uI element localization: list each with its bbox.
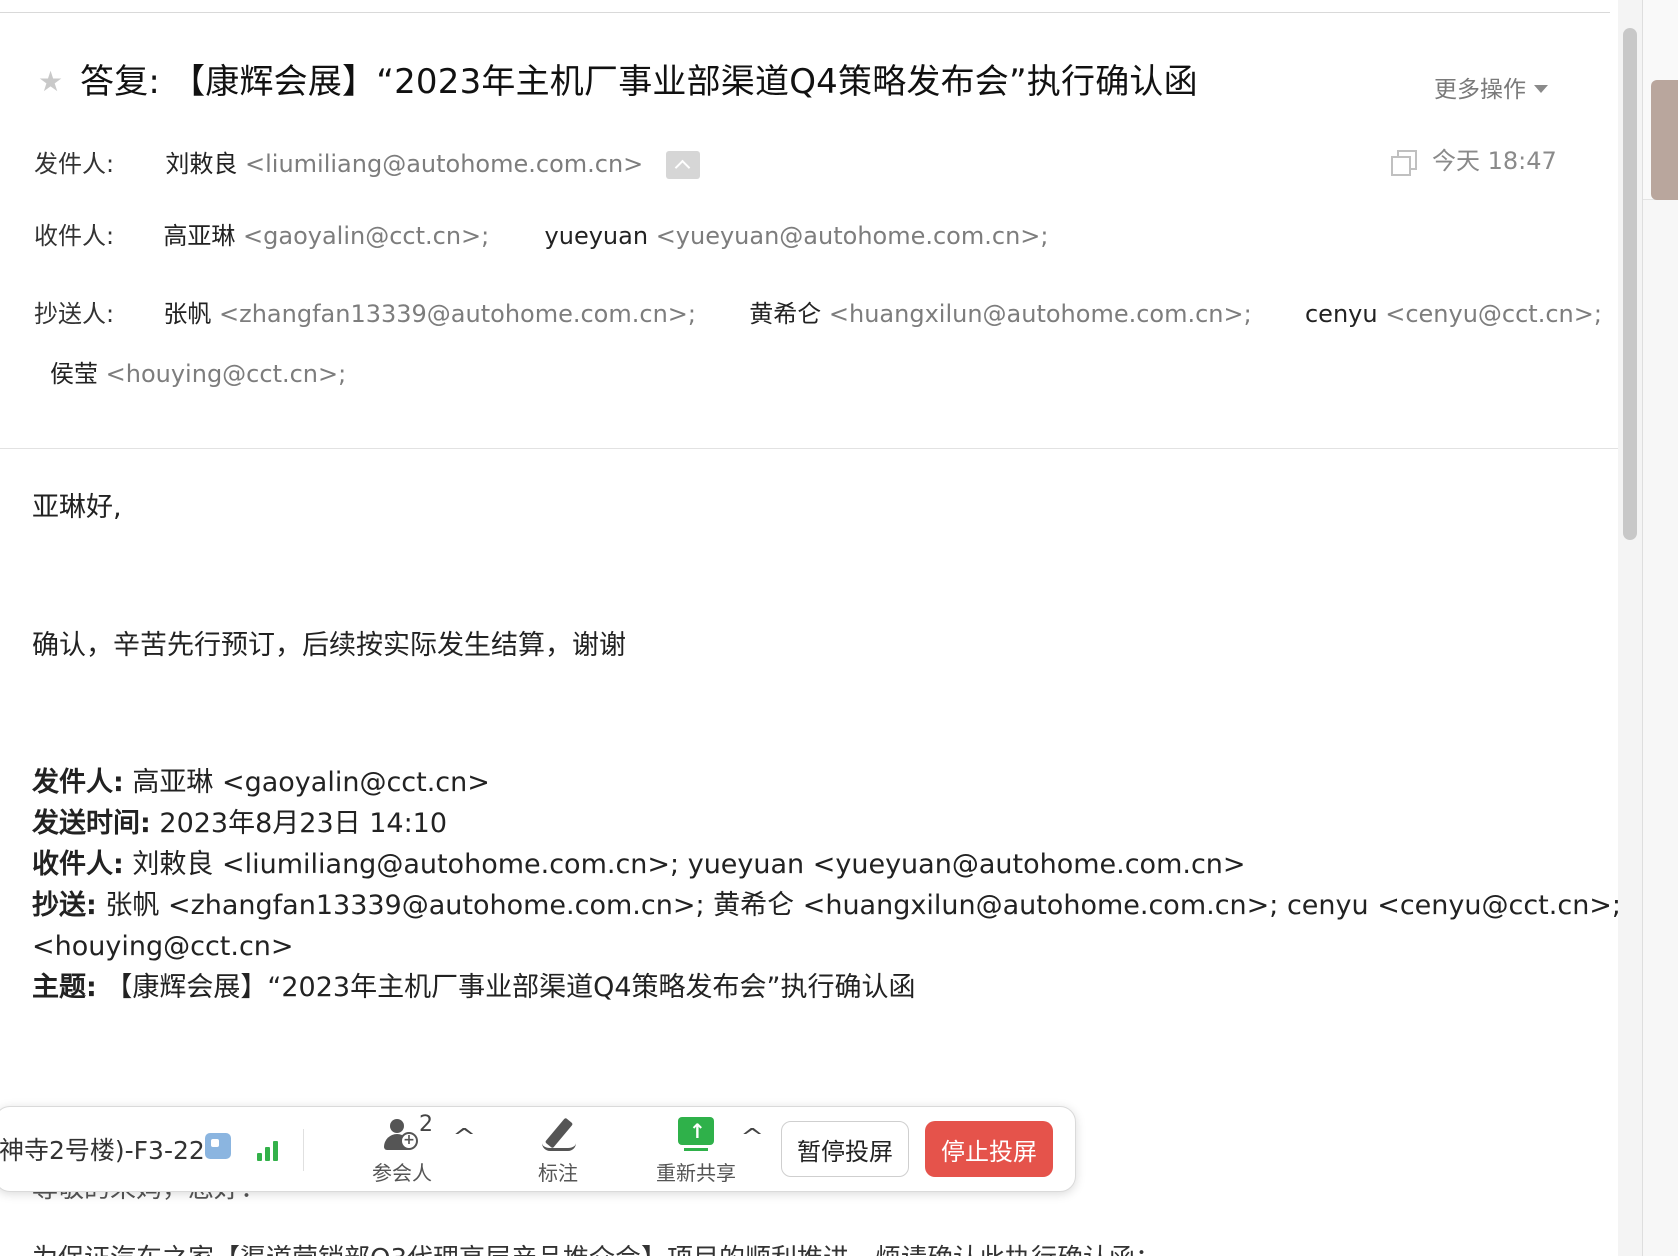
greeting: 亚琳好, xyxy=(32,492,122,523)
signal-strength-icon xyxy=(257,1141,281,1161)
from-label: 发件人: xyxy=(34,150,115,178)
add-person-icon: + xyxy=(382,1117,422,1153)
participants-label: 参会人 xyxy=(372,1161,432,1185)
cc-row-continued: 侯莹 <houying@cct.cn>; xyxy=(50,356,346,392)
quoted-cc-label: 抄送: xyxy=(32,890,97,921)
star-icon[interactable]: ★ xyxy=(38,68,66,96)
more-actions-dropdown[interactable]: 更多操作 xyxy=(1434,70,1548,104)
pause-casting-button[interactable]: 暂停投屏 xyxy=(781,1121,909,1177)
quoted-cc-continued: <houying@cct.cn> xyxy=(32,931,294,962)
sender-address[interactable]: <liumiliang@autohome.com.cn> xyxy=(245,150,643,178)
cc-address[interactable]: <houying@cct.cn>; xyxy=(106,360,347,388)
quoted-subject-label: 主题: xyxy=(32,972,97,1003)
from-row: 发件人: 刘敕良 <liumiliang@autohome.com.cn> xyxy=(34,146,643,182)
cc-address[interactable]: <cenyu@cct.cn>; xyxy=(1385,300,1602,328)
quoted-to-value: 刘敕良 <liumiliang@autohome.com.cn>; yueyua… xyxy=(123,849,1246,880)
quoted-sent-value: 2023年8月23日 14:10 xyxy=(150,808,448,839)
to-row: 收件人: 高亚琳 <gaoyalin@cct.cn>; yueyuan <yue… xyxy=(34,218,1048,254)
collapse-details-button[interactable] xyxy=(666,151,700,179)
quoted-subject: 主题: 【康辉会展】“2023年主机厂事业部渠道Q4策略发布会”执行确认函 xyxy=(32,967,916,1008)
quoted-sent-label: 发送时间: xyxy=(32,808,151,839)
reshare-label: 重新共享 xyxy=(656,1161,736,1185)
quoted-subject-value: 【康辉会展】“2023年主机厂事业部渠道Q4策略发布会”执行确认函 xyxy=(96,972,916,1003)
cc-address[interactable]: <zhangfan13339@autohome.com.cn>; xyxy=(219,300,696,328)
email-time: 今天 18:47 xyxy=(1432,147,1557,175)
body-partial-line: 为保证汽车之家【渠道营销部Q3代理高层产品推介会】项目的顺利推进，烦请确认此执行… xyxy=(32,1238,1161,1256)
toolbar-separator xyxy=(303,1129,304,1171)
pen-icon xyxy=(538,1117,578,1153)
cc-name[interactable]: 侯莹 xyxy=(50,360,98,388)
more-actions-label: 更多操作 xyxy=(1434,77,1526,103)
recipient-address[interactable]: <gaoyalin@cct.cn>; xyxy=(243,222,489,250)
screen-share-toolbar: 神寺2号楼)-F3-22 + 参会人 2 ^ 标注 ↑ 重新共享 ^ 暂停投屏 … xyxy=(0,1106,1076,1192)
quoted-from: 发件人: 高亚琳 <gaoyalin@cct.cn> xyxy=(32,762,490,803)
caret-down-icon xyxy=(1534,84,1548,93)
share-screen-icon: ↑ xyxy=(676,1117,716,1153)
recipient-address[interactable]: <yueyuan@autohome.com.cn>; xyxy=(656,222,1049,250)
quoted-to-label: 收件人: xyxy=(32,849,124,880)
quoted-from-label: 发件人: xyxy=(32,767,124,798)
chevron-up-icon[interactable]: ^ xyxy=(740,1125,764,1150)
cc-name[interactable]: 张帆 xyxy=(163,300,211,328)
reply-message: 确认，辛苦先行预订，后续按实际发生结算，谢谢 xyxy=(32,630,626,661)
quoted-cc-value: 张帆 <zhangfan13339@autohome.com.cn>; 黄希仑 … xyxy=(96,890,1618,921)
cc-name[interactable]: cenyu xyxy=(1305,300,1378,328)
recipient-name[interactable]: yueyuan xyxy=(545,222,649,250)
video-icon xyxy=(205,1133,231,1159)
cc-row: 抄送人: 张帆 <zhangfan13339@autohome.com.cn>;… xyxy=(34,296,1602,332)
scrollbar-thumb[interactable] xyxy=(1623,28,1637,540)
email-subject: 答复: 【康辉会展】“2023年主机厂事业部渠道Q4策略发布会”执行确认函 xyxy=(80,62,1198,102)
quoted-sent: 发送时间: 2023年8月23日 14:10 xyxy=(32,803,447,844)
cc-name[interactable]: 黄希仑 xyxy=(749,300,821,328)
header-divider xyxy=(0,448,1618,449)
annotate-label: 标注 xyxy=(538,1161,578,1185)
open-new-window-icon[interactable] xyxy=(1391,150,1417,176)
participants-count: 2 xyxy=(419,1112,433,1137)
chevron-up-icon[interactable]: ^ xyxy=(452,1125,476,1150)
quoted-from-value: 高亚琳 <gaoyalin@cct.cn> xyxy=(123,767,490,798)
recipient-name[interactable]: 高亚琳 xyxy=(163,222,235,250)
sender-name[interactable]: 刘敕良 xyxy=(165,150,237,178)
cc-address[interactable]: <huangxilun@autohome.com.cn>; xyxy=(829,300,1252,328)
cc-label: 抄送人: xyxy=(34,300,115,328)
top-border xyxy=(0,12,1610,13)
annotate-button[interactable]: 标注 xyxy=(523,1117,593,1186)
quoted-to: 收件人: 刘敕良 <liumiliang@autohome.com.cn>; y… xyxy=(32,844,1246,885)
quoted-cc: 抄送: 张帆 <zhangfan13339@autohome.com.cn>; … xyxy=(32,885,1618,926)
side-window-edge xyxy=(1642,0,1678,1256)
meeting-room-name: 神寺2号楼)-F3-22 xyxy=(0,1136,205,1165)
side-window-tab xyxy=(1651,80,1678,200)
stop-casting-button[interactable]: 停止投屏 xyxy=(925,1121,1053,1177)
to-label: 收件人: xyxy=(34,222,115,250)
reshare-button[interactable]: ↑ 重新共享 xyxy=(651,1117,741,1186)
